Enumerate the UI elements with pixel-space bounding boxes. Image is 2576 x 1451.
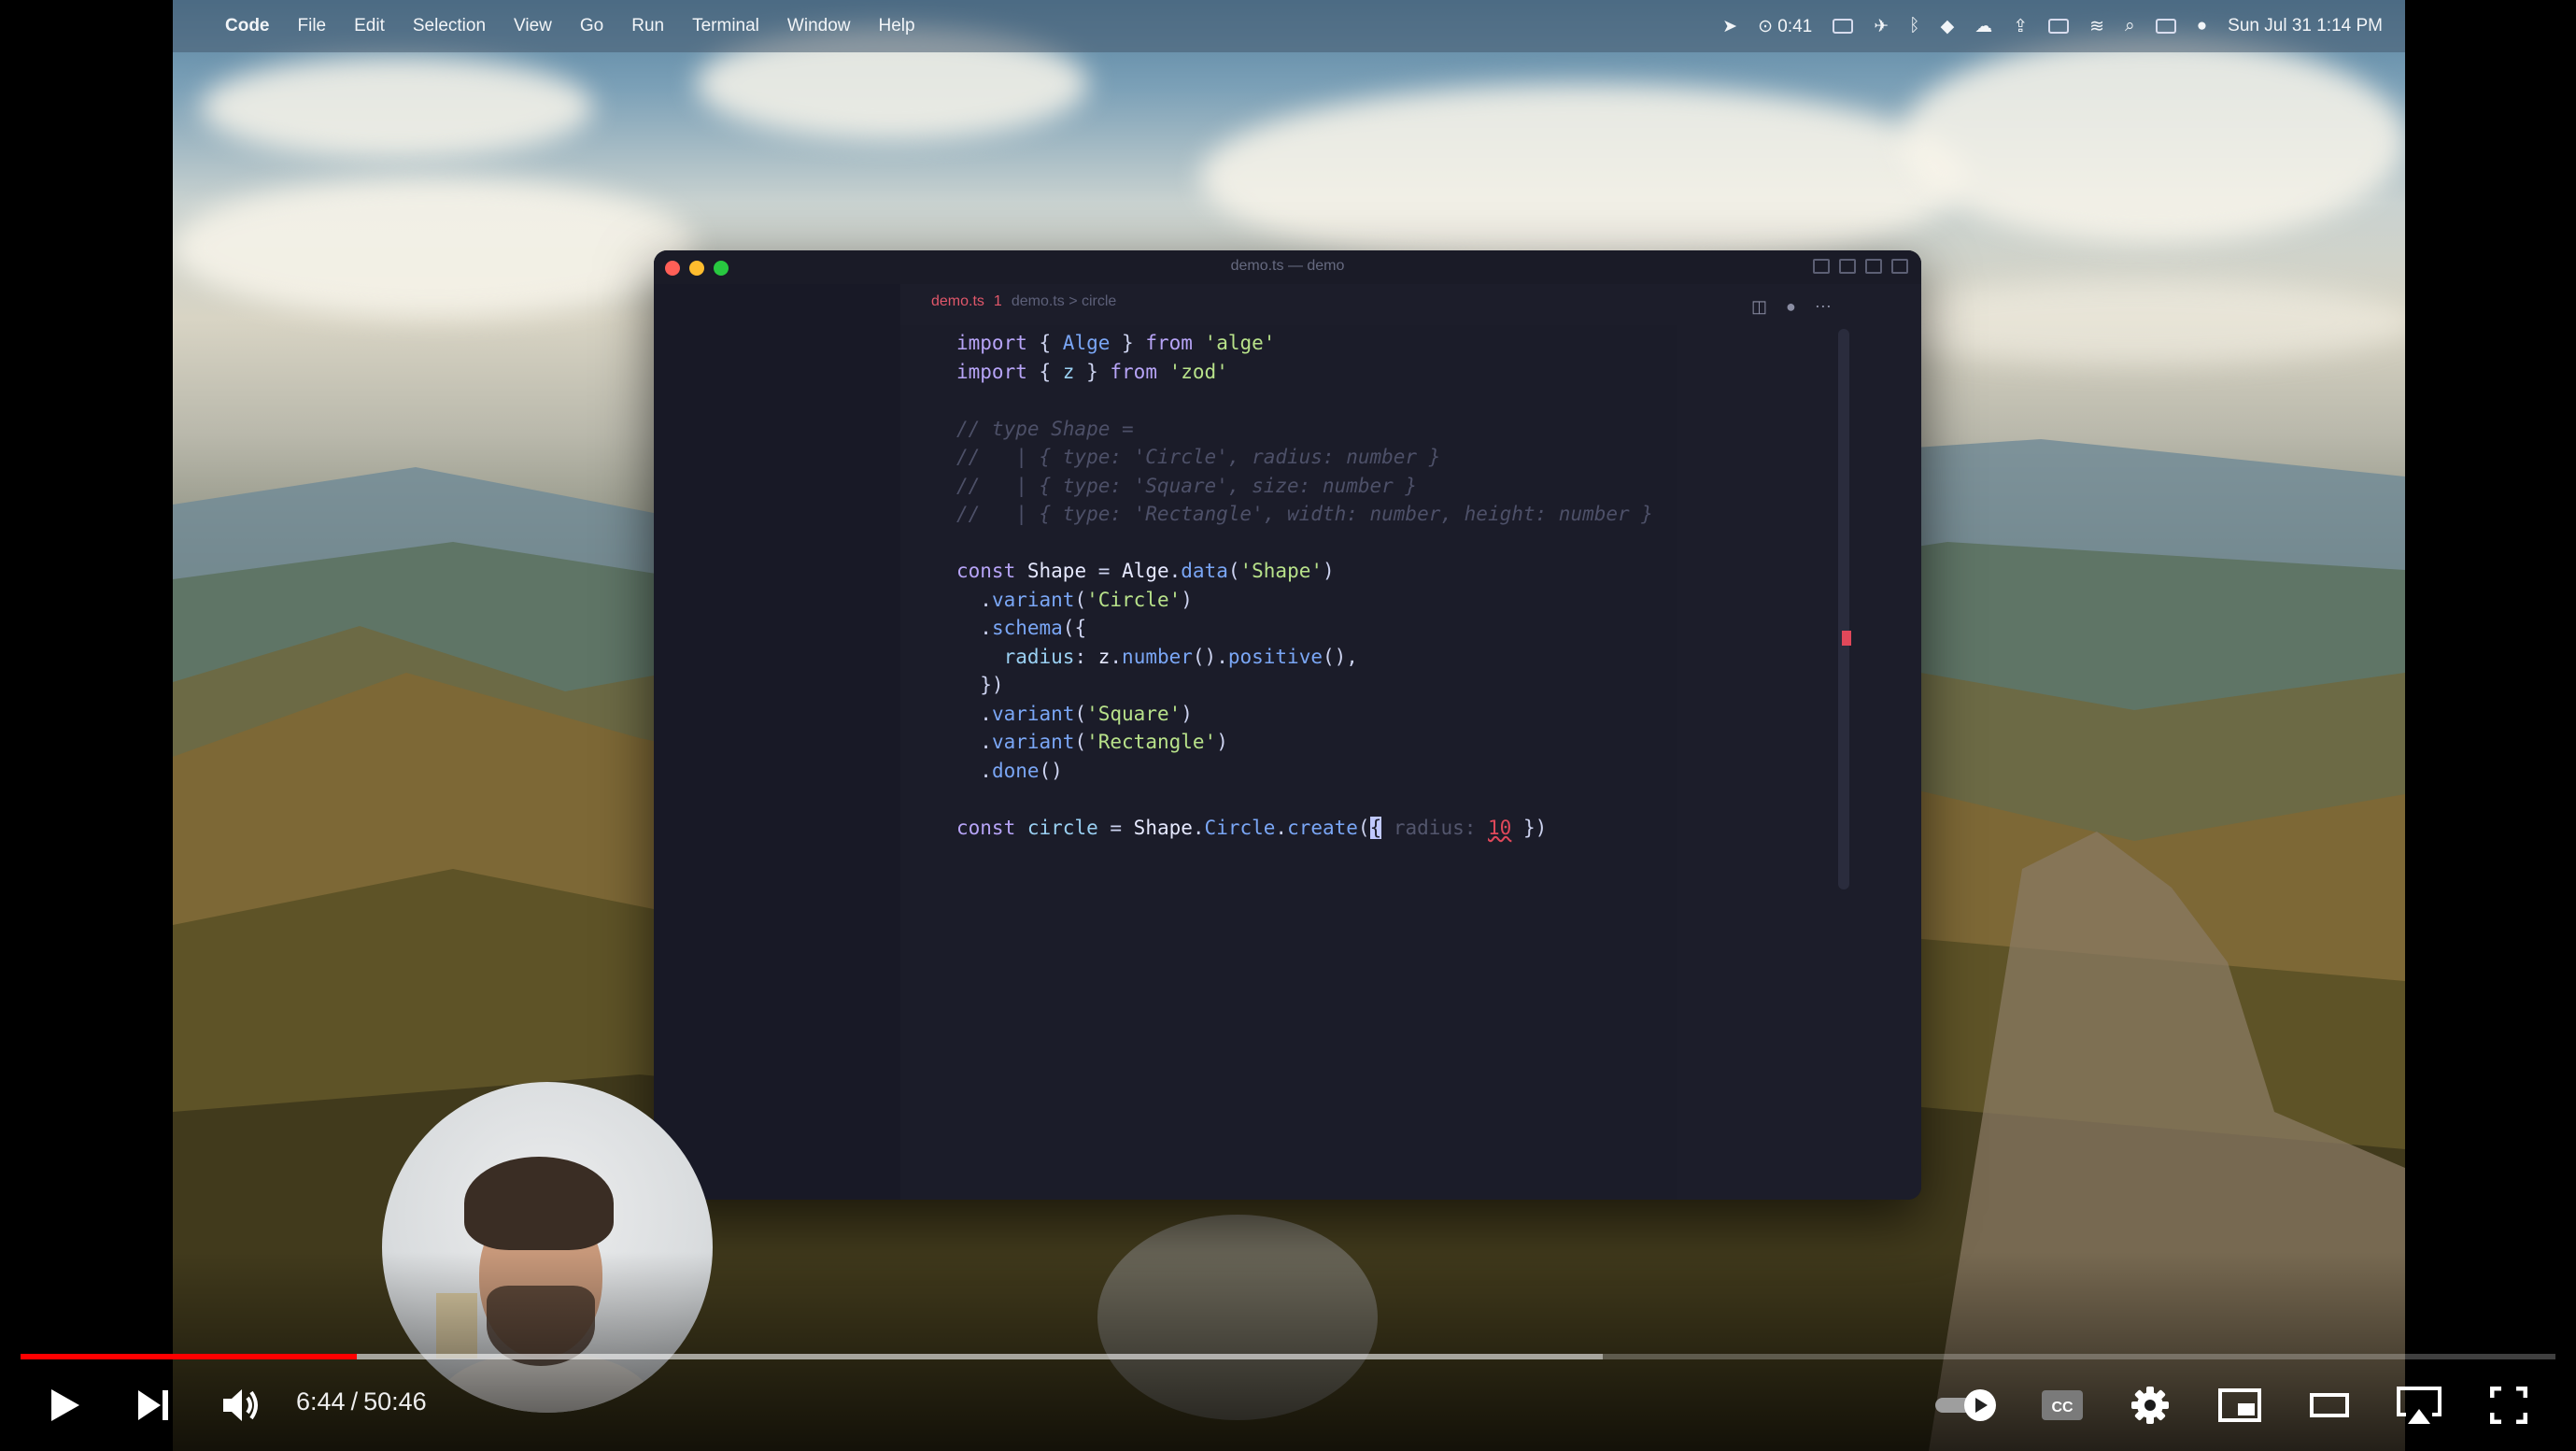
battery-icon[interactable] <box>2048 19 2070 34</box>
siri-icon[interactable]: ● <box>2197 16 2207 36</box>
menu-go[interactable]: Go <box>580 16 603 36</box>
menu-window[interactable]: Window <box>787 16 851 36</box>
macos-menubar: Code File Edit Selection View Go Run Ter… <box>173 0 2405 52</box>
menu-selection[interactable]: Selection <box>413 16 486 36</box>
more-actions-icon[interactable]: ⋯ <box>1815 297 1832 317</box>
text-cursor: { <box>1369 816 1382 839</box>
secondary-pane <box>1677 325 1921 1200</box>
code-line-10: .variant('Circle') <box>956 588 1193 611</box>
tab-problem-badge: 1 <box>993 293 1002 309</box>
wifi-icon[interactable]: ≋ <box>2089 16 2104 37</box>
editor-scrollbar[interactable] <box>1838 329 1849 889</box>
time-display: 6:44/50:46 <box>296 1387 427 1416</box>
editor-tab[interactable]: demo.ts 1 demo.ts > circle <box>931 293 1116 310</box>
code-editor[interactable]: import { Alge } from 'alge' import { z }… <box>956 329 1653 842</box>
dropbox-icon[interactable]: ◆ <box>1941 16 1955 37</box>
editor-sidebar <box>654 284 900 1200</box>
search-icon[interactable]: ⌕ <box>2125 16 2135 36</box>
code-line-11: .schema({ <box>956 617 1087 639</box>
cloud-icon[interactable]: ☁ <box>1974 16 1992 37</box>
duration: 50:46 <box>363 1387 427 1415</box>
svg-text:CC: CC <box>2051 1400 2074 1415</box>
toggle-panel-icon[interactable] <box>1839 259 1856 274</box>
editor-tab-actions: ◫ ● ⋯ <box>1751 297 1832 317</box>
autoplay-toggle-icon <box>1935 1389 1996 1421</box>
code-line-2: import { z } from 'zod' <box>956 360 1228 383</box>
toggle-sidebar-icon[interactable] <box>1813 259 1830 274</box>
menu-run[interactable]: Run <box>631 16 664 36</box>
next-button[interactable] <box>125 1373 181 1437</box>
volume-icon <box>223 1389 258 1421</box>
timer-value: 0:41 <box>1777 16 1813 36</box>
airplay-icon <box>2397 1387 2442 1424</box>
customize-layout-icon[interactable] <box>1891 259 1908 274</box>
upload-icon[interactable]: ⇪ <box>2013 16 2028 37</box>
settings-button[interactable] <box>2122 1373 2178 1437</box>
miniplayer-icon <box>2218 1388 2261 1422</box>
captions-icon: CC <box>2042 1390 2083 1420</box>
display-icon[interactable] <box>1833 19 1854 34</box>
send-icon[interactable]: ✈ <box>1874 16 1889 37</box>
next-icon <box>138 1390 168 1420</box>
menu-terminal[interactable]: Terminal <box>692 16 759 36</box>
code-line-14: .variant('Square') <box>956 702 1193 725</box>
unsaved-dot-icon[interactable]: ● <box>1786 297 1796 317</box>
menu-help[interactable]: Help <box>879 16 915 36</box>
progress-played <box>21 1354 358 1359</box>
layout-controls <box>1813 259 1908 274</box>
gear-icon <box>2131 1387 2169 1424</box>
play-button[interactable] <box>37 1373 93 1437</box>
code-line-16: .done() <box>956 759 1063 782</box>
menu-view[interactable]: View <box>514 16 552 36</box>
control-center-icon[interactable] <box>2155 19 2176 34</box>
code-line-7: // | { type: 'Rectangle', width: number,… <box>956 503 1653 525</box>
toggle-secondary-sidebar-icon[interactable] <box>1865 259 1882 274</box>
timer-widget[interactable]: ⊙ 0:41 <box>1758 16 1812 37</box>
menu-edit[interactable]: Edit <box>354 16 385 36</box>
focus-icon[interactable]: ➤ <box>1722 16 1737 37</box>
cloud <box>173 178 696 318</box>
progress-bar[interactable] <box>21 1354 2555 1359</box>
cloud <box>201 56 593 159</box>
airplay-button[interactable] <box>2391 1373 2447 1437</box>
window-titlebar: demo.ts — demo <box>654 250 1921 284</box>
mute-button[interactable] <box>213 1373 269 1437</box>
miniplayer-button[interactable] <box>2212 1373 2268 1437</box>
code-line-4: // type Shape = <box>956 417 1134 440</box>
scrollbar-error-marker <box>1842 631 1851 646</box>
current-time: 6:44 <box>296 1387 346 1415</box>
cloud <box>1200 84 1966 271</box>
play-icon <box>51 1389 79 1421</box>
code-line-1: import { Alge } from 'alge' <box>956 332 1276 354</box>
code-line-15: .variant('Rectangle') <box>956 731 1228 753</box>
code-line-18: const circle = Shape.Circle.create({ rad… <box>956 816 1548 839</box>
code-line-5: // | { type: 'Circle', radius: number } <box>956 446 1441 468</box>
menubar-status-area: ➤ ⊙ 0:41 ✈ ᛒ ◆ ☁ ⇪ ≋ ⌕ ● Sun Jul 31 1:14… <box>1722 16 2383 37</box>
cloud <box>1854 280 2405 364</box>
code-line-13: }) <box>956 674 1004 696</box>
cloud <box>1901 37 2405 243</box>
tab-file-name: demo.ts <box>931 293 984 309</box>
menu-app-name[interactable]: Code <box>225 16 270 36</box>
menubar-datetime[interactable]: Sun Jul 31 1:14 PM <box>2228 16 2383 36</box>
time-separator: / <box>350 1387 359 1415</box>
menu-file[interactable]: File <box>298 16 327 36</box>
code-line-12: radius: z.number().positive(), <box>1003 645 1358 668</box>
breadcrumb[interactable]: demo.ts > circle <box>1012 293 1116 310</box>
vscode-window: demo.ts — demo demo.ts 1 demo.ts > circl… <box>654 250 1921 1200</box>
video-frame[interactable]: Code File Edit Selection View Go Run Ter… <box>173 0 2405 1451</box>
theater-mode-icon <box>2310 1393 2349 1417</box>
code-line-9: const Shape = Alge.data('Shape') <box>956 560 1335 582</box>
theater-mode-button[interactable] <box>2301 1373 2357 1437</box>
fullscreen-icon <box>2490 1387 2527 1424</box>
split-editor-icon[interactable]: ◫ <box>1751 297 1767 317</box>
autoplay-toggle[interactable] <box>1932 1373 2001 1437</box>
window-title: demo.ts — demo <box>1230 258 1345 274</box>
code-line-6: // | { type: 'Square', size: number } <box>956 474 1418 497</box>
bluetooth-icon[interactable]: ᛒ <box>1909 16 1919 36</box>
captions-button[interactable]: CC <box>2034 1373 2090 1437</box>
fullscreen-button[interactable] <box>2481 1373 2537 1437</box>
presenter-hair <box>464 1157 614 1250</box>
